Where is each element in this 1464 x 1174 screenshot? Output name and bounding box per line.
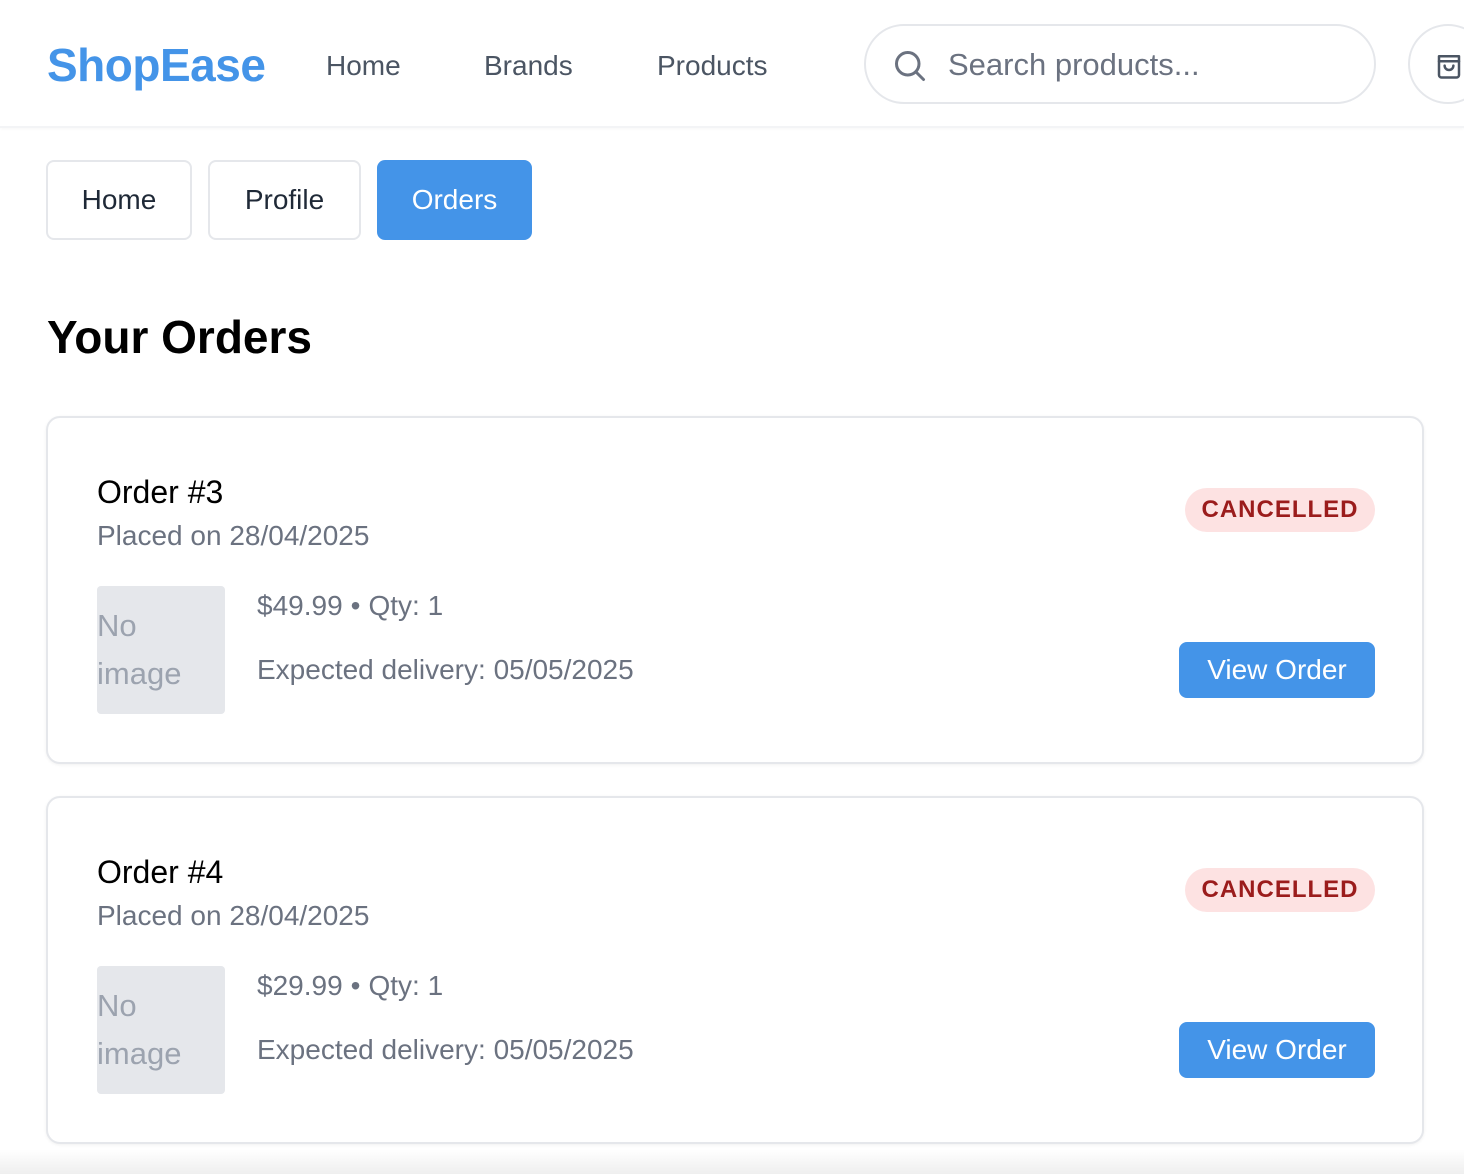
status-badge: CANCELLED bbox=[1185, 868, 1375, 912]
order-title: Order #4 bbox=[97, 854, 224, 890]
tab-profile[interactable]: Profile bbox=[208, 160, 361, 240]
product-thumbnail: No image bbox=[97, 966, 225, 1094]
product-thumbnail: No image bbox=[97, 586, 225, 714]
tab-orders[interactable]: Orders bbox=[377, 160, 532, 240]
expected-delivery: Expected delivery: 05/05/2025 bbox=[257, 654, 634, 685]
search-box bbox=[864, 24, 1376, 104]
cart-button[interactable] bbox=[1408, 24, 1464, 104]
shopping-bag-icon bbox=[1437, 55, 1461, 79]
logo[interactable]: ShopEase bbox=[47, 38, 266, 92]
search-input[interactable] bbox=[948, 42, 1358, 88]
top-header: ShopEase Home Brands Products bbox=[0, 0, 1464, 128]
order-title: Order #3 bbox=[97, 474, 224, 510]
scroll-fade bbox=[0, 1150, 1464, 1174]
order-qty: Qty: 1 bbox=[368, 590, 444, 621]
tab-home[interactable]: Home bbox=[46, 160, 192, 240]
nav-brands[interactable]: Brands bbox=[484, 50, 573, 82]
separator-dot: • bbox=[350, 590, 361, 621]
view-order-button[interactable]: View Order bbox=[1179, 642, 1375, 698]
price-qty: $49.99 • Qty: 1 bbox=[257, 590, 443, 622]
view-order-button[interactable]: View Order bbox=[1179, 1022, 1375, 1078]
order-price: $49.99 bbox=[257, 590, 343, 621]
order-date: Placed on 28/04/2025 bbox=[97, 900, 370, 931]
order-date: Placed on 28/04/2025 bbox=[97, 520, 370, 551]
page-title: Your Orders bbox=[47, 311, 312, 363]
order-card: Order #4 Placed on 28/04/2025 CANCELLED … bbox=[46, 796, 1424, 1144]
separator-dot: • bbox=[350, 970, 361, 1001]
status-badge: CANCELLED bbox=[1185, 488, 1375, 532]
order-qty: Qty: 1 bbox=[368, 970, 444, 1001]
price-qty: $29.99 • Qty: 1 bbox=[257, 970, 443, 1002]
nav-home[interactable]: Home bbox=[326, 50, 401, 82]
nav-products[interactable]: Products bbox=[657, 50, 768, 82]
search-icon bbox=[895, 51, 925, 81]
order-card: Order #3 Placed on 28/04/2025 CANCELLED … bbox=[46, 416, 1424, 764]
expected-delivery: Expected delivery: 05/05/2025 bbox=[257, 1034, 634, 1065]
order-price: $29.99 bbox=[257, 970, 343, 1001]
